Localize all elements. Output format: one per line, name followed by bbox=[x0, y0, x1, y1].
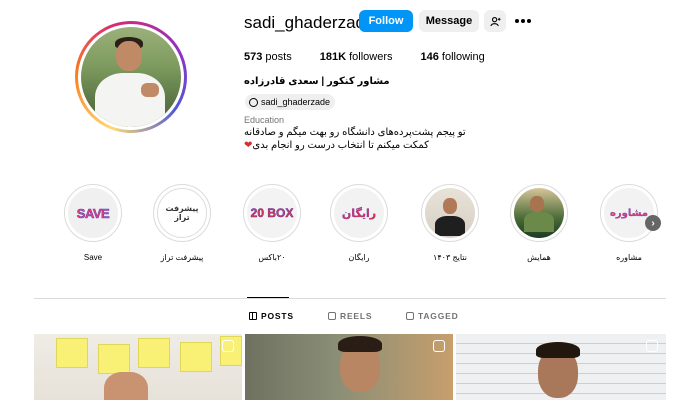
tab-posts-label: POSTS bbox=[261, 311, 294, 321]
threads-icon bbox=[249, 97, 258, 107]
post-hand bbox=[104, 372, 148, 400]
following-stat[interactable]: 146 following bbox=[420, 51, 484, 63]
followers-count: 181K bbox=[319, 51, 347, 63]
threads-link[interactable]: sadi_ghaderzade bbox=[245, 94, 336, 110]
highlight-label: پیشرفت تراز bbox=[160, 253, 204, 262]
highlight-label: همایش bbox=[527, 253, 551, 262]
avatar-inner bbox=[78, 24, 184, 130]
active-tab-indicator bbox=[247, 297, 289, 298]
tab-reels-label: REELS bbox=[340, 311, 373, 321]
highlight-cover: 20 BOX bbox=[247, 188, 297, 238]
bio-line-1: تو پیجم پشت‌پرده‌های دانشگاه رو بهت میگم… bbox=[244, 127, 466, 138]
sticky-note bbox=[138, 338, 170, 368]
grid-icon bbox=[249, 312, 257, 320]
posts-count: 573 bbox=[244, 51, 263, 63]
post-person-hair bbox=[536, 342, 580, 358]
highlight-cover: پیشرفت تراز bbox=[157, 188, 207, 238]
highlight-rayegan[interactable]: رایگان رایگان bbox=[327, 184, 391, 262]
chevron-right-icon[interactable]: › bbox=[645, 215, 661, 231]
more-dot bbox=[521, 19, 525, 23]
highlight-ring: پیشرفت تراز bbox=[153, 184, 211, 242]
reels-icon bbox=[328, 312, 336, 320]
message-button[interactable]: Message bbox=[419, 10, 479, 32]
highlight-cover-text: پیشرفت تراز bbox=[165, 204, 199, 222]
sticky-note bbox=[180, 342, 212, 372]
post-thumbnail[interactable] bbox=[34, 334, 242, 400]
highlight-cover-text: 20 BOX bbox=[250, 206, 294, 220]
reel-icon bbox=[222, 340, 234, 352]
highlight-cover: مشاوره bbox=[604, 188, 654, 238]
following-label: following bbox=[441, 51, 485, 63]
profile-username: sadi_ghaderzade bbox=[244, 13, 375, 32]
highlight-results[interactable]: نتایج ۱۴۰۳ bbox=[418, 184, 482, 262]
follow-button[interactable]: Follow bbox=[359, 10, 413, 32]
more-options-icon[interactable] bbox=[513, 13, 533, 29]
post-thumbnail[interactable] bbox=[456, 334, 666, 400]
highlight-cover-text: SAVE bbox=[76, 205, 110, 221]
avatar-photo bbox=[81, 27, 181, 127]
highlight-label: Save bbox=[83, 253, 103, 262]
avatar-head bbox=[116, 41, 142, 71]
reel-icon bbox=[433, 340, 445, 352]
more-dot bbox=[527, 19, 531, 23]
post-thumbnail[interactable] bbox=[245, 334, 453, 400]
highlight-label: ۲۰باکس bbox=[258, 253, 286, 262]
highlight-taraz[interactable]: پیشرفت تراز پیشرفت تراز bbox=[150, 184, 214, 262]
highlight-cover-text: رایگان bbox=[341, 207, 377, 220]
suggested-accounts-button[interactable] bbox=[484, 10, 506, 32]
profile-full-name: مشاور کنکور | سعدی قادرزاده bbox=[244, 76, 390, 87]
highlight-label: رایگان bbox=[348, 253, 370, 262]
avatar-body bbox=[95, 73, 165, 127]
bio-line-2-text: کمکت میکنم تا انتخاب درست رو انجام بدی bbox=[252, 140, 429, 151]
profile-stats: 573 posts 181K followers 146 following bbox=[244, 51, 513, 63]
avatar-thumbs-up bbox=[141, 83, 159, 97]
profile-category: Education bbox=[244, 115, 285, 125]
posts-label: posts bbox=[265, 51, 292, 63]
post-person-hair bbox=[338, 336, 382, 352]
highlight-cover: رایگان bbox=[334, 188, 384, 238]
followers-label: followers bbox=[349, 51, 393, 63]
threads-handle: sadi_ghaderzade bbox=[261, 97, 331, 107]
highlight-label: مشاوره bbox=[616, 253, 642, 262]
highlight-ring bbox=[421, 184, 479, 242]
tab-reels[interactable]: REELS bbox=[328, 311, 372, 321]
highlight-cover bbox=[425, 188, 475, 238]
bio-line-2: کمکت میکنم تا انتخاب درست رو انجام بدی❤ bbox=[244, 140, 429, 151]
profile-avatar[interactable] bbox=[75, 21, 187, 133]
highlight-ring bbox=[510, 184, 568, 242]
tab-tagged-label: TAGGED bbox=[418, 311, 459, 321]
highlight-ring: مشاوره bbox=[600, 184, 658, 242]
more-dot bbox=[515, 19, 519, 23]
highlight-save[interactable]: SAVE Save bbox=[61, 184, 125, 262]
tabs-divider bbox=[34, 298, 666, 299]
tab-posts[interactable]: POSTS bbox=[249, 311, 294, 321]
posts-stat: 573 posts bbox=[244, 51, 292, 63]
highlight-20box[interactable]: 20 BOX ۲۰باکس bbox=[240, 184, 304, 262]
highlight-ring: رایگان bbox=[330, 184, 388, 242]
highlight-cover bbox=[514, 188, 564, 238]
following-count: 146 bbox=[420, 51, 439, 63]
highlight-ring: SAVE bbox=[64, 184, 122, 242]
highlight-person-shirt bbox=[435, 216, 465, 236]
add-person-icon bbox=[489, 16, 501, 26]
tagged-icon bbox=[406, 312, 414, 320]
highlight-person-face bbox=[443, 198, 457, 214]
highlight-cover: SAVE bbox=[68, 188, 118, 238]
sticky-note bbox=[56, 338, 88, 368]
followers-stat[interactable]: 181K followers bbox=[320, 51, 393, 63]
highlight-cover-text: مشاوره bbox=[610, 207, 648, 219]
highlight-ring: 20 BOX bbox=[243, 184, 301, 242]
tab-tagged[interactable]: TAGGED bbox=[406, 311, 459, 321]
highlight-person-face bbox=[530, 196, 544, 212]
reel-icon bbox=[646, 340, 658, 352]
highlight-person-shirt bbox=[524, 212, 554, 232]
sticky-note bbox=[98, 344, 130, 374]
highlight-label: نتایج ۱۴۰۳ bbox=[433, 253, 467, 262]
highlight-hamayesh[interactable]: همایش bbox=[507, 184, 571, 262]
